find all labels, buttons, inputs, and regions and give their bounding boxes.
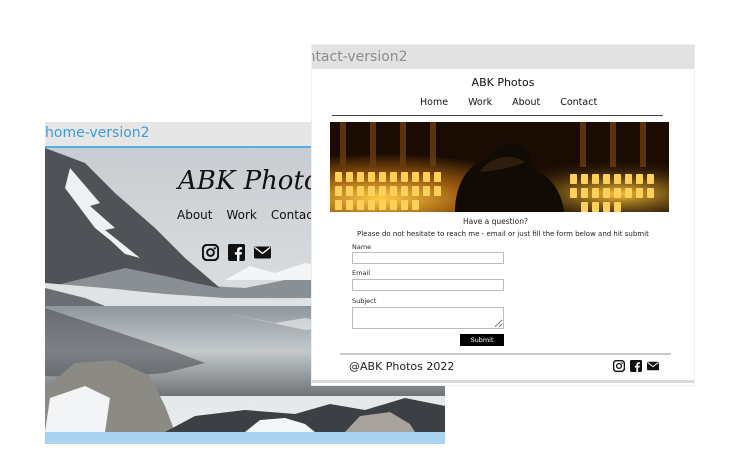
header-divider [332, 115, 663, 116]
name-label: Name [352, 243, 372, 251]
home-nav: About Work Contact [177, 208, 318, 222]
footer-divider [340, 353, 671, 355]
mail-icon[interactable] [647, 360, 659, 372]
contact-nav-work[interactable]: Work [468, 97, 492, 108]
home-nav-about[interactable]: About [177, 208, 212, 222]
home-site-title: ABK Photos [178, 166, 333, 196]
contact-nav-about[interactable]: About [512, 97, 540, 108]
email-field[interactable] [352, 279, 504, 291]
candles-banner-photo [330, 122, 669, 212]
contact-window-title: ontact-version2 [312, 49, 408, 65]
subject-field[interactable] [352, 307, 504, 329]
contact-question: Have a question? [462, 217, 529, 226]
instagram-icon[interactable] [202, 244, 219, 261]
home-bottom-bar [45, 432, 445, 444]
footer-social-links [613, 360, 659, 372]
contact-description: Please do not hesitate to reach me - ema… [357, 230, 649, 238]
facebook-icon[interactable] [630, 360, 642, 372]
email-label: Email [352, 269, 371, 277]
contact-site-title: ABK Photos [471, 76, 535, 89]
submit-button[interactable]: Submit [460, 334, 504, 346]
footer-copyright: @ABK Photos 2022 [349, 360, 455, 373]
contact-nav-home[interactable]: Home [420, 97, 448, 108]
mail-icon[interactable] [254, 244, 271, 261]
facebook-icon[interactable] [228, 244, 245, 261]
name-field[interactable] [352, 252, 504, 264]
home-nav-work[interactable]: Work [226, 208, 256, 222]
subject-label: Subject [352, 297, 377, 305]
instagram-icon[interactable] [613, 360, 625, 372]
home-nav-contact[interactable]: Contact [271, 208, 318, 222]
contact-window-titlebar[interactable]: ontact-version2 [312, 45, 694, 69]
footer-bottom-bar [312, 380, 694, 383]
contact-nav: Home Work About Contact [420, 97, 597, 108]
contact-nav-contact[interactable]: Contact [560, 97, 597, 108]
home-social-links [202, 244, 271, 261]
contact-version2-window: ontact-version2 ABK Photos Home Work Abo… [312, 45, 694, 385]
home-window-title: home-version2 [45, 125, 150, 141]
